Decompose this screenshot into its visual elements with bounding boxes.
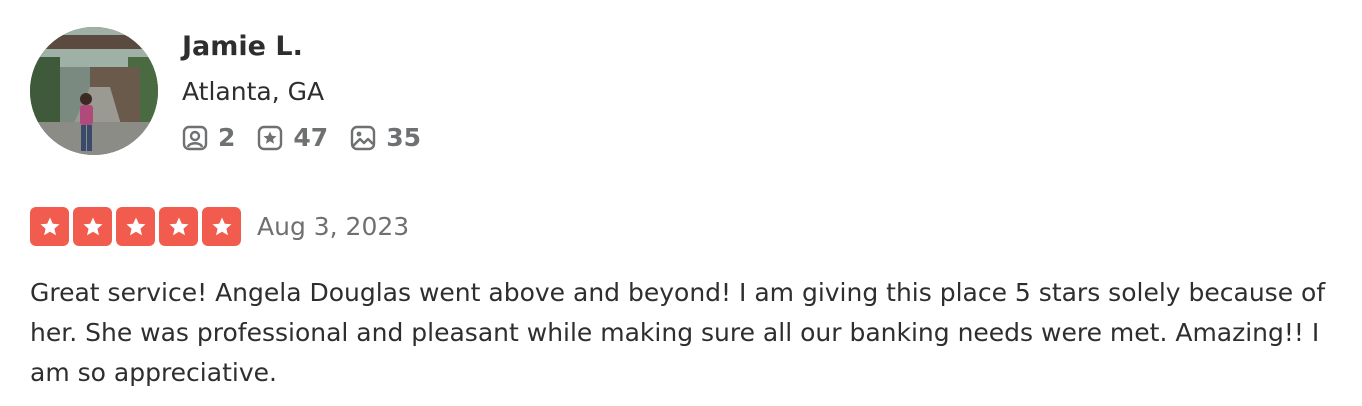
photos-count: 35 (386, 123, 421, 152)
friends-count: 2 (218, 123, 236, 152)
reviewer-stats: 2 47 35 (182, 123, 421, 153)
friends-icon (182, 125, 208, 151)
photo-icon (351, 125, 376, 151)
star-icon (30, 207, 69, 246)
photos-stat: 35 (350, 123, 421, 153)
star-icon (159, 207, 198, 246)
review-text: Great service! Angela Douglas went above… (30, 278, 1326, 387)
star-rating (30, 207, 241, 246)
star-icon (202, 207, 241, 246)
reviewer-location: Atlanta, GA (182, 77, 325, 106)
reviewer-name[interactable]: Jamie L. (182, 29, 421, 65)
reviewer-header: Jamie L. Atlanta, GA 2 47 35 (30, 27, 1340, 155)
reviews-stat: 47 (257, 123, 328, 153)
review-star-icon (258, 125, 283, 151)
review-date: Aug 3, 2023 (257, 211, 410, 241)
star-icon (116, 207, 155, 246)
reviewer-info: Jamie L. Atlanta, GA 2 47 35 (182, 29, 421, 153)
star-icon (73, 207, 112, 246)
rating-row: Aug 3, 2023 (30, 207, 1340, 246)
avatar[interactable] (30, 27, 158, 155)
review-card: Jamie L. Atlanta, GA 2 47 35 Aug 3, 2023… (30, 27, 1340, 393)
friends-stat: 2 (182, 123, 235, 153)
reviews-count: 47 (293, 123, 329, 152)
